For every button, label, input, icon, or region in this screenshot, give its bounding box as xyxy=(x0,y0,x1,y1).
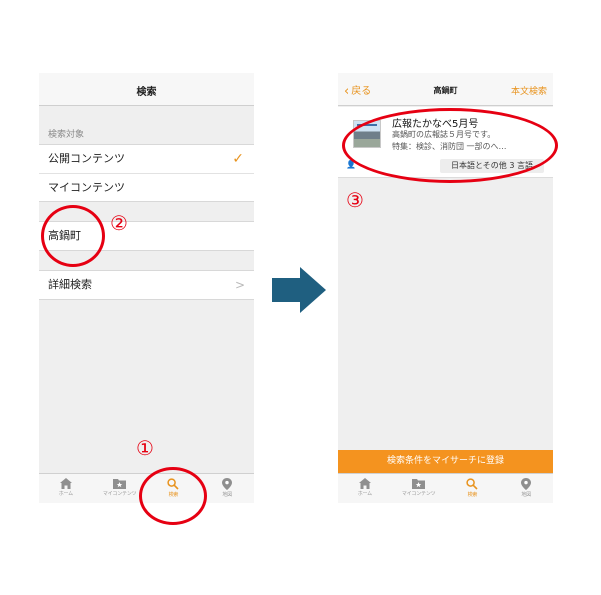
tab-home[interactable]: ホーム xyxy=(39,474,93,503)
annotation-circle-1 xyxy=(139,467,207,525)
map-pin-icon xyxy=(521,478,532,490)
annotation-number-3: ③ xyxy=(346,188,364,212)
folder-star-icon xyxy=(113,479,127,489)
chevron-right-icon: > xyxy=(234,278,245,292)
tab-label: ホーム xyxy=(58,491,73,497)
tab-map[interactable]: 地図 xyxy=(200,474,254,503)
arrow-right-icon xyxy=(272,267,326,313)
search-icon xyxy=(466,478,478,490)
tab-label: 地図 xyxy=(222,492,232,498)
save-to-mysearch-button[interactable]: 検索条件をマイサーチに登録 xyxy=(338,450,553,473)
option-label: マイコンテンツ xyxy=(48,181,125,194)
annotation-number-2: ② xyxy=(110,211,128,235)
tab-label: ホーム xyxy=(357,491,372,497)
annotation-ellipse-3 xyxy=(342,108,558,183)
folder-star-icon xyxy=(412,479,426,489)
option-my-content[interactable]: マイコンテンツ xyxy=(39,173,254,201)
annotation-circle-2 xyxy=(41,205,105,267)
checkmark-icon: ✓ xyxy=(232,151,244,167)
option-label: 公開コンテンツ xyxy=(48,152,125,165)
detail-search-group: 詳細検索 > xyxy=(39,270,254,300)
fulltext-search-button[interactable]: 本文検索 xyxy=(511,84,547,97)
tab-home[interactable]: ホーム xyxy=(338,474,392,503)
tab-label: マイコンテンツ xyxy=(401,491,436,497)
option-public-content[interactable]: 公開コンテンツ ✓ xyxy=(39,145,254,173)
page-title: 検索 xyxy=(136,87,157,98)
annotation-number-1: ① xyxy=(136,436,154,460)
search-target-list: 公開コンテンツ ✓ マイコンテンツ xyxy=(39,144,254,202)
tab-label: 地図 xyxy=(521,492,531,498)
tab-label: 検索 xyxy=(467,492,478,498)
home-icon xyxy=(358,478,371,489)
navigation-bar: 検索 xyxy=(39,73,254,106)
home-icon xyxy=(59,478,72,489)
map-pin-icon xyxy=(222,478,233,490)
tab-map[interactable]: 地図 xyxy=(499,474,553,503)
tab-bar: ホーム マイコンテンツ 検索 地図 xyxy=(338,473,553,503)
navigation-bar: ‹ 戻る 高鍋町 本文検索 xyxy=(338,73,553,106)
detail-search-row[interactable]: 詳細検索 > xyxy=(39,271,254,299)
tab-search[interactable]: 検索 xyxy=(446,474,500,503)
detail-search-label: 詳細検索 xyxy=(48,278,92,291)
search-target-label: 検索対象 xyxy=(48,130,85,140)
tab-my-content[interactable]: マイコンテンツ xyxy=(392,474,446,503)
